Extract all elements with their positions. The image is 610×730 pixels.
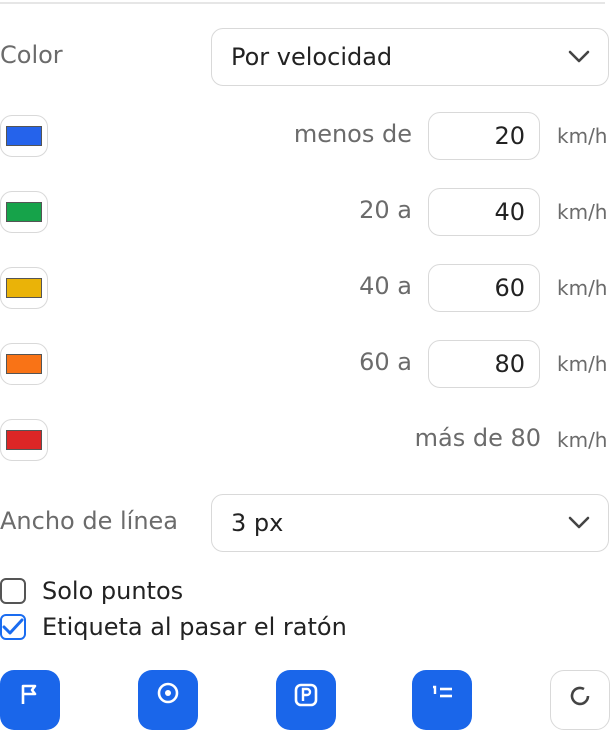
only-points-checkbox[interactable] [0, 578, 26, 604]
speed-threshold-input[interactable]: 20 [428, 112, 540, 160]
unit-label: km/h [557, 428, 608, 452]
color-mode-value: Por velocidad [231, 43, 393, 71]
speed-threshold-input[interactable]: 80 [428, 340, 540, 388]
color-swatch-button[interactable] [0, 191, 48, 233]
color-swatch [6, 430, 42, 450]
chevron-down-icon [568, 516, 590, 529]
numbered-list-icon [433, 685, 452, 698]
range-label: 20 a [359, 196, 412, 224]
line-width-select[interactable]: 3 px [211, 494, 609, 552]
color-swatch [6, 354, 42, 374]
range-label: más de 80 [414, 424, 541, 452]
only-points-option[interactable]: Solo puntos [0, 576, 183, 606]
color-swatch-button[interactable] [0, 115, 48, 157]
hover-label-option[interactable]: Etiqueta al pasar el ratón [0, 612, 347, 642]
speed-threshold-input[interactable]: 60 [428, 264, 540, 312]
hover-label-checkbox[interactable] [0, 614, 26, 640]
range-label: 40 a [359, 272, 412, 300]
color-mode-select[interactable]: Por velocidad [211, 28, 609, 86]
color-swatch [6, 126, 42, 146]
color-swatch-button[interactable] [0, 343, 48, 385]
top-divider [0, 2, 605, 4]
location-pin-icon [157, 682, 179, 704]
parking-button[interactable] [276, 670, 336, 730]
unit-label: km/h [557, 352, 608, 376]
range-label: menos de [293, 120, 412, 148]
list-button[interactable] [412, 670, 472, 730]
refresh-icon [570, 686, 590, 706]
color-swatch [6, 202, 42, 222]
color-label: Color [0, 41, 63, 69]
speed-threshold-input[interactable]: 40 [428, 188, 540, 236]
location-button[interactable] [138, 670, 198, 730]
only-points-label: Solo puntos [42, 577, 184, 605]
color-swatch-button[interactable] [0, 267, 48, 309]
line-width-value: 3 px [231, 509, 284, 537]
checkmark-icon [2, 618, 24, 635]
unit-label: km/h [557, 276, 608, 300]
color-swatch-button[interactable] [0, 419, 48, 461]
refresh-button[interactable] [550, 670, 610, 730]
range-label: 60 a [359, 348, 412, 376]
unit-label: km/h [557, 124, 608, 148]
unit-label: km/h [557, 200, 608, 224]
chevron-down-icon [568, 50, 590, 63]
parking-icon [294, 683, 318, 707]
flag-button[interactable] [0, 670, 60, 730]
hover-label-text: Etiqueta al pasar el ratón [42, 613, 347, 641]
color-swatch [6, 278, 42, 298]
flag-icon [21, 684, 37, 704]
line-width-label: Ancho de línea [0, 507, 178, 535]
